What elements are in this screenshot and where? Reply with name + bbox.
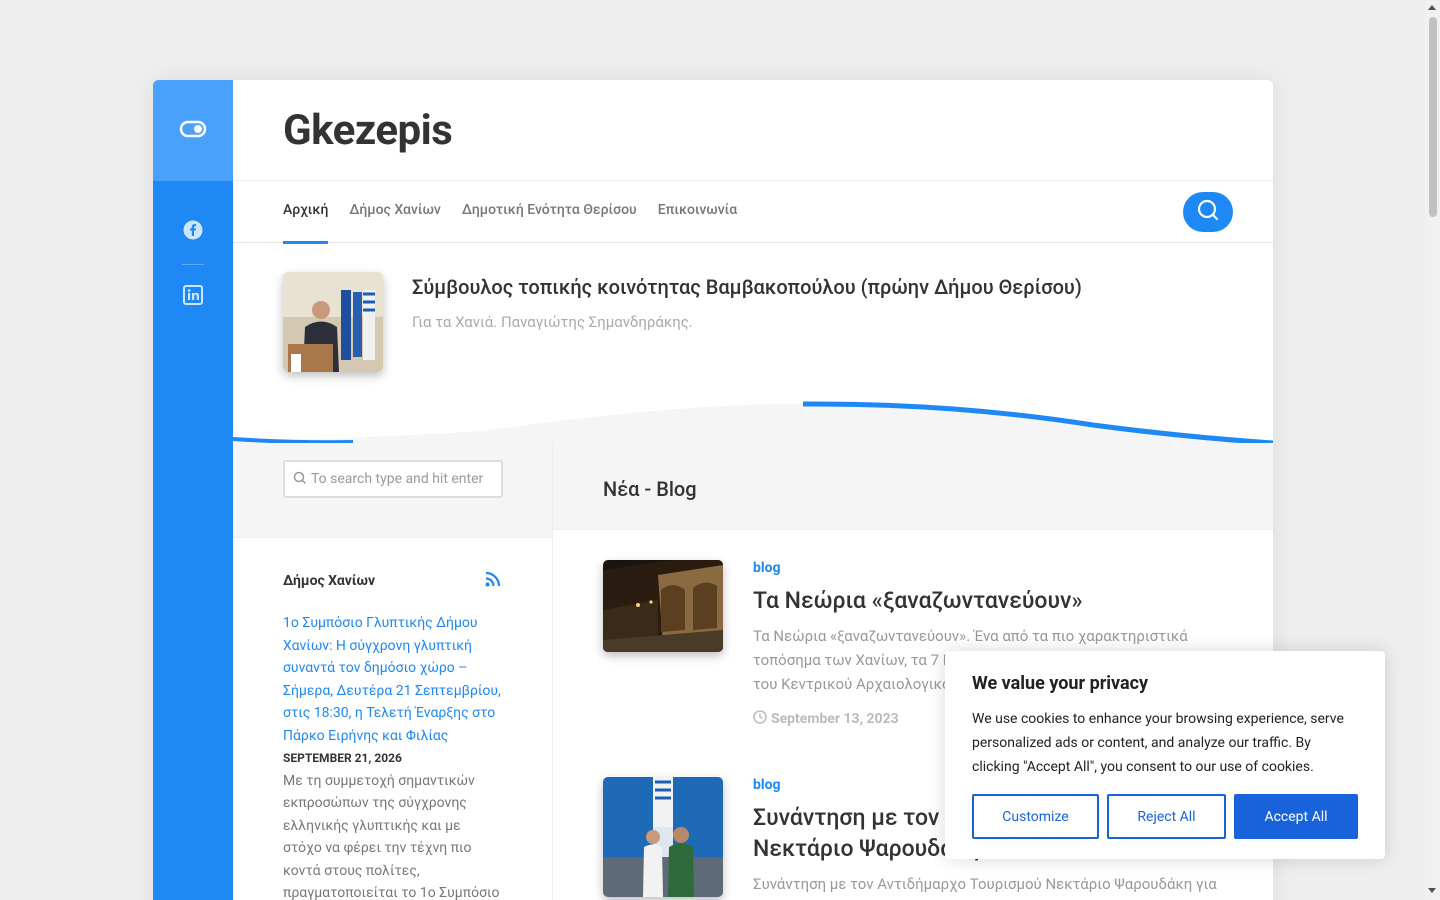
profile-text: Σύμβουλος τοπικής κοινότητας Βαμβακοπούλ…	[412, 275, 1082, 331]
scroll-up-arrow-icon[interactable]	[1428, 5, 1436, 10]
social-divider	[182, 264, 204, 265]
nav-item-therisou[interactable]: Δημοτική Ενότητα Θερίσου	[462, 181, 637, 243]
site-title[interactable]: Gkezepis	[283, 106, 453, 155]
decorative-wave	[233, 401, 1273, 445]
post-excerpt: Συνάντηση με τον Αντιδήμαρχο Τουρισμού Ν…	[753, 875, 1217, 893]
linkedin-icon	[183, 285, 203, 309]
search-icon	[1196, 198, 1220, 226]
facebook-icon	[183, 220, 203, 244]
search-icon	[293, 470, 307, 489]
page-scrollbar[interactable]	[1425, 0, 1440, 900]
profile-section: Σύμβουλος τοπικής κοινότητας Βαμβακοπούλ…	[233, 243, 1273, 445]
sidebar-column: Δήμος Χανίων 1ο Συμπόσιο Γλυπτικής Δήμου…	[233, 443, 553, 900]
rss-icon[interactable]	[484, 570, 502, 592]
main-area: Gkezepis Αρχική Δήμος Χανίων Δημοτική Εν…	[233, 80, 1273, 900]
sidebar-search-field	[283, 460, 503, 498]
profile-title: Σύμβουλος τοπικής κοινότητας Βαμβακοπούλ…	[412, 275, 1082, 299]
sidebar-search-input[interactable]	[311, 471, 491, 487]
profile-subtitle: Για τα Χανιά. Παναγιώτης Σημανδηράκης.	[412, 313, 693, 331]
cookie-consent-banner: We value your privacy We use cookies to …	[945, 651, 1385, 859]
post-thumbnail[interactable]	[603, 560, 723, 652]
clock-icon	[753, 710, 767, 728]
sidebar-toggle-button[interactable]	[153, 80, 233, 181]
scroll-down-arrow-icon[interactable]	[1428, 888, 1436, 893]
widget-article-link[interactable]: 1ο Συμπόσιο Γλυπτικής Δήμου Χανίων: Η σύ…	[283, 612, 502, 748]
toggle-icon	[179, 119, 207, 143]
cookie-title: We value your privacy	[972, 673, 1149, 694]
nav-item-dimos-chanion[interactable]: Δήμος Χανίων	[349, 181, 440, 243]
cookie-buttons: Customize Reject All Accept All	[972, 794, 1358, 839]
scrollbar-thumb[interactable]	[1429, 17, 1437, 217]
blog-heading: Νέα - Blog	[603, 477, 697, 501]
post-category[interactable]: blog	[753, 560, 1233, 576]
widget-article-date: September 21, 2026	[283, 750, 402, 765]
post-date-text: September 13, 2023	[771, 711, 899, 727]
left-sidebar	[153, 80, 233, 900]
facebook-link[interactable]	[182, 220, 204, 244]
profile-avatar	[283, 272, 383, 372]
search-button[interactable]	[1183, 192, 1233, 232]
sidebar-search	[233, 443, 552, 538]
post-thumbnail[interactable]	[603, 777, 723, 897]
nav-item-contact[interactable]: Επικοινωνία	[658, 181, 738, 243]
rss-widget: Δήμος Χανίων 1ο Συμπόσιο Γλυπτικής Δήμου…	[233, 538, 552, 900]
linkedin-link[interactable]	[182, 285, 204, 309]
social-links	[153, 181, 233, 308]
accept-all-button[interactable]: Accept All	[1234, 794, 1358, 839]
widget-title: Δήμος Χανίων	[283, 573, 376, 589]
customize-button[interactable]: Customize	[972, 794, 1099, 839]
widget-header: Δήμος Χανίων	[283, 570, 502, 592]
nav-item-home[interactable]: Αρχική	[283, 181, 329, 244]
site-header: Gkezepis	[233, 80, 1273, 181]
blog-header: Νέα - Blog	[553, 443, 1273, 530]
reject-all-button[interactable]: Reject All	[1107, 794, 1226, 839]
cookie-text: We use cookies to enhance your browsing …	[972, 711, 1344, 775]
widget-article-excerpt: Με τη συμμετοχή σημαντικών εκπροσώπων τη…	[283, 772, 500, 900]
main-nav: Αρχική Δήμος Χανίων Δημοτική Ενότητα Θερ…	[233, 181, 1273, 244]
post-title[interactable]: Τα Νεώρια «ξαναζωντανεύουν»	[753, 585, 1233, 616]
